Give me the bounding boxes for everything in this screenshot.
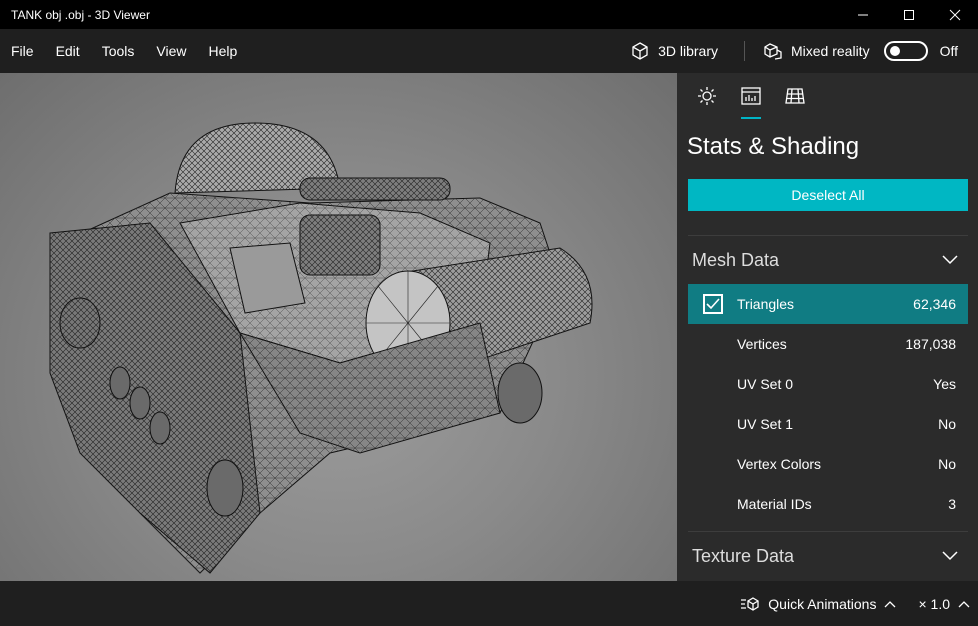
- mesh-data-list: Triangles 62,346 Vertices 187,038 UV Set…: [688, 284, 968, 524]
- chevron-down-icon: [942, 551, 958, 561]
- list-item-vertex-colors[interactable]: Vertex Colors No: [688, 444, 968, 484]
- deselect-all-button[interactable]: Deselect All: [688, 179, 968, 211]
- row-value: 62,346: [913, 296, 956, 312]
- list-item-uv-set-1[interactable]: UV Set 1 No: [688, 404, 968, 444]
- chevron-down-icon: [942, 255, 958, 265]
- mixed-reality-icon: [764, 43, 782, 60]
- row-label: Material IDs: [737, 496, 812, 512]
- maximize-icon: [904, 9, 914, 20]
- row-value: Yes: [933, 376, 956, 392]
- maximize-button[interactable]: [886, 0, 932, 29]
- quick-animations-button[interactable]: Quick Animations: [740, 596, 918, 612]
- menu-separator: [743, 41, 745, 61]
- stats-icon: [741, 87, 761, 105]
- row-checkbox-area: [688, 294, 737, 314]
- list-item-material-ids[interactable]: Material IDs 3: [688, 484, 968, 524]
- checkbox[interactable]: [702, 294, 723, 314]
- animation-speed-button[interactable]: × 1.0: [918, 596, 978, 612]
- row-value: No: [938, 456, 956, 472]
- mesh-data-header[interactable]: Mesh Data: [677, 236, 978, 284]
- list-item-triangles[interactable]: Triangles 62,346: [688, 284, 968, 324]
- texture-data-header[interactable]: Texture Data: [677, 532, 978, 580]
- chevron-up-icon: [958, 600, 970, 607]
- texture-data-label: Texture Data: [692, 545, 795, 566]
- row-value: No: [938, 416, 956, 432]
- mixed-reality-label: Mixed reality: [790, 43, 870, 59]
- quick-animations-label: Quick Animations: [768, 595, 877, 612]
- row-label: Vertex Colors: [737, 456, 822, 472]
- sun-icon: [698, 87, 716, 105]
- 3d-viewport[interactable]: [0, 73, 677, 581]
- cube-icon: [632, 42, 648, 60]
- row-label: Vertices: [737, 336, 787, 352]
- animation-icon: [741, 596, 759, 611]
- minimize-icon: [858, 14, 868, 15]
- menu-tools[interactable]: Tools: [91, 29, 146, 73]
- row-label: Triangles: [737, 296, 795, 312]
- list-item-uv-set-0[interactable]: UV Set 0 Yes: [688, 364, 968, 404]
- menu-view[interactable]: View: [145, 29, 197, 73]
- animation-speed-label: × 1.0: [918, 595, 950, 612]
- 3d-library-button[interactable]: 3D library: [620, 29, 736, 73]
- toggle-knob: [889, 46, 900, 56]
- bottom-bar: Quick Animations × 1.0: [0, 581, 978, 626]
- menu-edit[interactable]: Edit: [45, 29, 91, 73]
- title-bar: TANK obj .obj - 3D Viewer: [0, 0, 978, 29]
- mixed-reality-toggle[interactable]: [883, 41, 928, 61]
- tank-model[interactable]: [0, 73, 677, 581]
- list-item-vertices[interactable]: Vertices 187,038: [688, 324, 968, 364]
- 3d-library-label: 3D library: [658, 43, 718, 59]
- stats-panel: Stats & Shading Deselect All Mesh Data T…: [677, 73, 978, 581]
- window-title: TANK obj .obj - 3D Viewer: [11, 7, 150, 22]
- panel-tabs: [677, 73, 978, 119]
- tab-grid[interactable]: [773, 73, 817, 119]
- tab-lighting[interactable]: [685, 73, 729, 119]
- row-value: 3: [948, 496, 956, 512]
- menu-file[interactable]: File: [0, 29, 45, 73]
- mixed-reality-button[interactable]: Mixed reality: [753, 29, 880, 73]
- grid-icon: [785, 88, 805, 104]
- toggle-state-label: Off: [939, 43, 958, 59]
- panel-title: Stats & Shading: [687, 133, 860, 160]
- row-label: UV Set 0: [737, 376, 794, 392]
- menu-bar: File Edit Tools View Help 3D library Mix…: [0, 29, 978, 73]
- chevron-up-icon: [885, 600, 896, 607]
- row-label: UV Set 1: [737, 416, 794, 432]
- menu-help[interactable]: Help: [197, 29, 248, 73]
- close-button[interactable]: [932, 0, 978, 29]
- close-icon: [949, 9, 961, 20]
- mesh-data-label: Mesh Data: [692, 249, 780, 270]
- checkmark-icon: [705, 298, 720, 310]
- row-value: 187,038: [905, 336, 956, 352]
- tab-stats[interactable]: [729, 73, 773, 119]
- minimize-button[interactable]: [840, 0, 886, 29]
